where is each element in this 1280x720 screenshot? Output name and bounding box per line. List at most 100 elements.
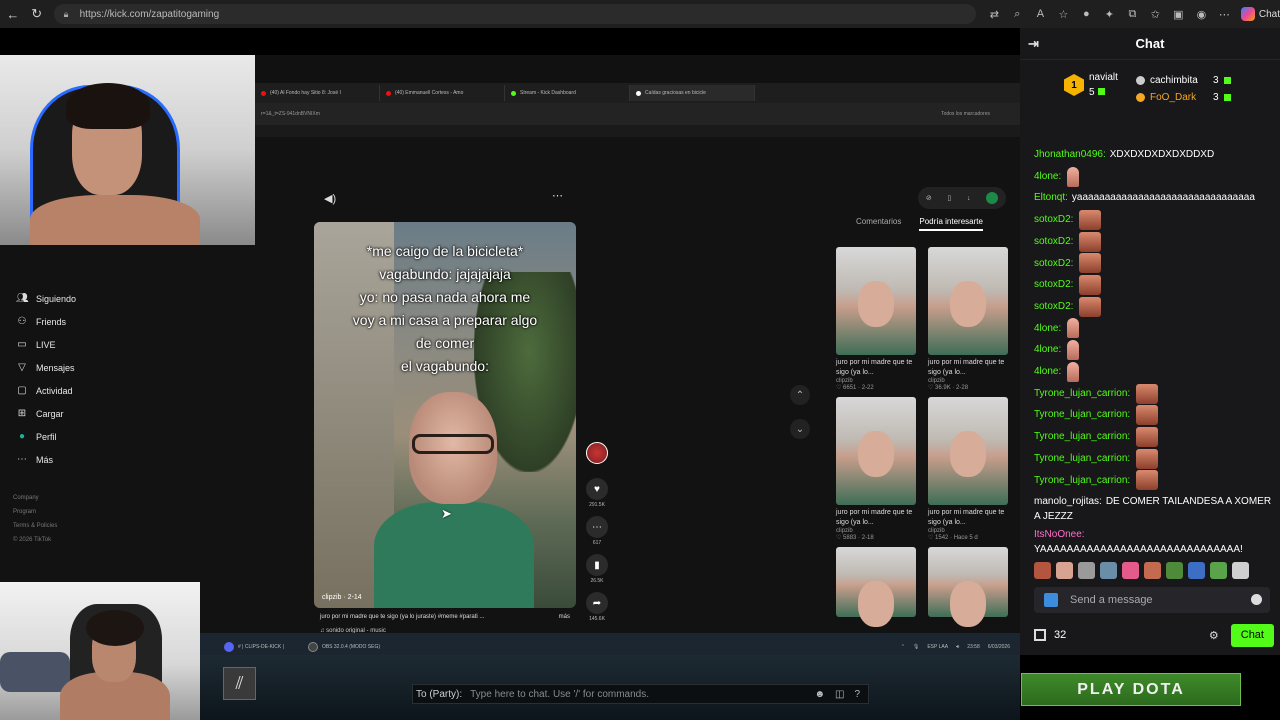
chat-message: 4lone: xyxy=(1034,318,1274,340)
read-aloud-icon[interactable]: A xyxy=(1032,8,1049,21)
kick-emote-icon[interactable] xyxy=(1044,593,1058,607)
chat-username[interactable]: 4lone: xyxy=(1034,361,1061,383)
help-icon: ? xyxy=(854,688,860,700)
profile-icon[interactable]: ◉ xyxy=(1193,8,1210,21)
emoji-icon[interactable] xyxy=(1251,594,1262,605)
party-chat-input: To (Party): Type here to chat. Use '/' f… xyxy=(412,684,869,704)
tt-item-profile: ● Perfil xyxy=(0,425,140,448)
activity-icon: ▢ xyxy=(17,385,27,396)
inner-tab: (40) Al Fondo hay Sitio 8: José I xyxy=(255,85,380,101)
chat-username[interactable]: Jhonathan0496: xyxy=(1034,144,1106,166)
mic-icon: 🎙︎ xyxy=(912,644,920,650)
chat-emote xyxy=(1136,383,1159,404)
copilot-button[interactable]: Chat xyxy=(1240,7,1280,21)
profile-icon xyxy=(986,192,999,204)
gifter-list: cachimbita 3 FoO_Dark 3 xyxy=(1136,72,1231,106)
chat-username[interactable]: Tyrone_lujan_carrion: xyxy=(1034,470,1130,492)
collapse-chat-icon[interactable]: ⇥ xyxy=(1028,36,1039,52)
emote[interactable] xyxy=(1034,562,1051,579)
gifter-row[interactable]: cachimbita 3 xyxy=(1136,72,1231,89)
chat-username[interactable]: sotoxD2: xyxy=(1034,231,1073,253)
chat-username[interactable]: sotoxD2: xyxy=(1034,209,1073,231)
chat-emote xyxy=(1079,275,1102,296)
phone-icon: ▯ xyxy=(947,195,952,202)
emote[interactable] xyxy=(1232,562,1249,579)
chat-send-button[interactable]: Chat xyxy=(1230,623,1274,647)
emote-bar xyxy=(1034,562,1274,579)
menu-icon[interactable]: ⋯ xyxy=(1216,8,1233,21)
chat-username[interactable]: 4lone: xyxy=(1034,166,1061,188)
emote[interactable] xyxy=(1122,562,1139,579)
chat-emote xyxy=(1079,209,1102,230)
chat-message: sotoxD2: xyxy=(1034,296,1274,318)
emote[interactable] xyxy=(1210,562,1227,579)
reload-icon[interactable]: ↻ xyxy=(26,3,48,25)
puzzle-icon[interactable]: ✦ xyxy=(1101,8,1118,21)
more-options-icon: ⋯ xyxy=(552,190,563,202)
chat-message: sotoxD2: xyxy=(1034,209,1274,231)
chat-username[interactable]: ItsNoOnee: xyxy=(1034,529,1085,540)
gear-icon[interactable]: ⚙ xyxy=(1209,629,1219,642)
share-icon: ➦ xyxy=(586,592,608,614)
chat-username[interactable]: manolo_rojitas: xyxy=(1034,496,1102,507)
zoom-icon[interactable]: ⌕ xyxy=(1009,8,1026,21)
chat-emote xyxy=(1067,318,1080,339)
obs-icon xyxy=(307,642,318,652)
sub-icon xyxy=(1223,94,1231,101)
heart-icon: ♥ xyxy=(586,478,608,500)
upload-icon: ⊞ xyxy=(17,408,27,419)
suggested-video: juro por mi madre que te sigo (ya lo... c… xyxy=(928,247,1008,391)
chat-username[interactable]: 4lone: xyxy=(1034,318,1061,340)
kick-icon xyxy=(511,90,516,96)
chat-username[interactable]: sotoxD2: xyxy=(1034,296,1073,318)
chat-username[interactable]: Tyrone_lujan_carrion: xyxy=(1034,383,1130,405)
chat-emote xyxy=(1136,470,1159,491)
chat-message: sotoxD2: xyxy=(1034,253,1274,275)
send-message-input[interactable]: Send a message xyxy=(1034,587,1270,613)
chat-message: ItsNoOnee: YAAAAAAAAAAAAAAAAAAAAAAAAAAAAA… xyxy=(1034,527,1274,557)
chat-title: Chat xyxy=(1135,36,1165,51)
favorites-icon[interactable]: ✩ xyxy=(1147,8,1164,21)
emote[interactable] xyxy=(1100,562,1117,579)
tt-item-more: ⋯ Más xyxy=(17,454,54,465)
extension-icon[interactable]: ● xyxy=(1078,8,1095,21)
tiktok-video: *me caigo de la bicicleta* vagabundo: ja… xyxy=(314,222,576,608)
inner-tab: (40) Emmanuell Cortess - Amo xyxy=(380,85,505,101)
emote[interactable] xyxy=(1188,562,1205,579)
chat-username[interactable]: sotoxD2: xyxy=(1034,253,1073,275)
right-panel-tabs: Comentarios Podría interesarte xyxy=(836,217,1016,231)
emoji-icon: ☻ xyxy=(814,688,825,700)
tt-item-friends: ⚇ Friends xyxy=(17,316,67,327)
chat-username[interactable]: Tyrone_lujan_carrion: xyxy=(1034,448,1130,470)
split-icon[interactable]: ⧉ xyxy=(1124,8,1141,21)
back-icon[interactable]: ← xyxy=(2,3,24,25)
chat-username[interactable]: Tyrone_lujan_carrion: xyxy=(1034,404,1130,426)
speaker-icon: 🔊︎ xyxy=(956,644,960,650)
emote[interactable] xyxy=(1166,562,1183,579)
chat-username[interactable]: 4lone: xyxy=(1034,339,1061,361)
collections-icon[interactable]: ▣ xyxy=(1170,8,1187,21)
webcam-top xyxy=(0,55,255,245)
favorite-icon[interactable]: ☆ xyxy=(1055,8,1072,21)
video-actions: ♥ 291.5K ⋯ 617 ▮ 26.5K ➦ 145.6K xyxy=(584,442,610,630)
tab-suggested: Podría interesarte xyxy=(919,217,983,231)
chevron-down-icon: ⌄ xyxy=(790,419,810,439)
top-gifter[interactable]: 1 navialt 5 xyxy=(1064,70,1118,100)
chat-message: Jhonathan0496: XDXDXDXDXDXDDXD xyxy=(1034,144,1274,166)
chat-message: sotoxD2: xyxy=(1034,231,1274,253)
translate-icon[interactable]: ⇄ xyxy=(986,8,1003,21)
chat-wheel-icon: ◫ xyxy=(834,688,845,700)
emote[interactable] xyxy=(1078,562,1095,579)
bookmark-action: ▮ 26.5K xyxy=(584,554,610,584)
emote[interactable] xyxy=(1144,562,1161,579)
address-bar[interactable]: 🔒︎ https://kick.com/zapatitogaming xyxy=(53,4,976,24)
chat-message: sotoxD2: xyxy=(1034,274,1274,296)
chat-username[interactable]: Eltonqt: xyxy=(1034,187,1068,209)
gifter-row[interactable]: FoO_Dark 3 xyxy=(1136,89,1231,106)
tiktok-footer: Company Program Terms & Policies © 2026 … xyxy=(13,495,58,543)
chat-username[interactable]: Tyrone_lujan_carrion: xyxy=(1034,426,1130,448)
author-avatar xyxy=(586,442,608,464)
store-icon[interactable] xyxy=(1034,629,1046,641)
chat-username[interactable]: sotoxD2: xyxy=(1034,274,1073,296)
emote[interactable] xyxy=(1056,562,1073,579)
